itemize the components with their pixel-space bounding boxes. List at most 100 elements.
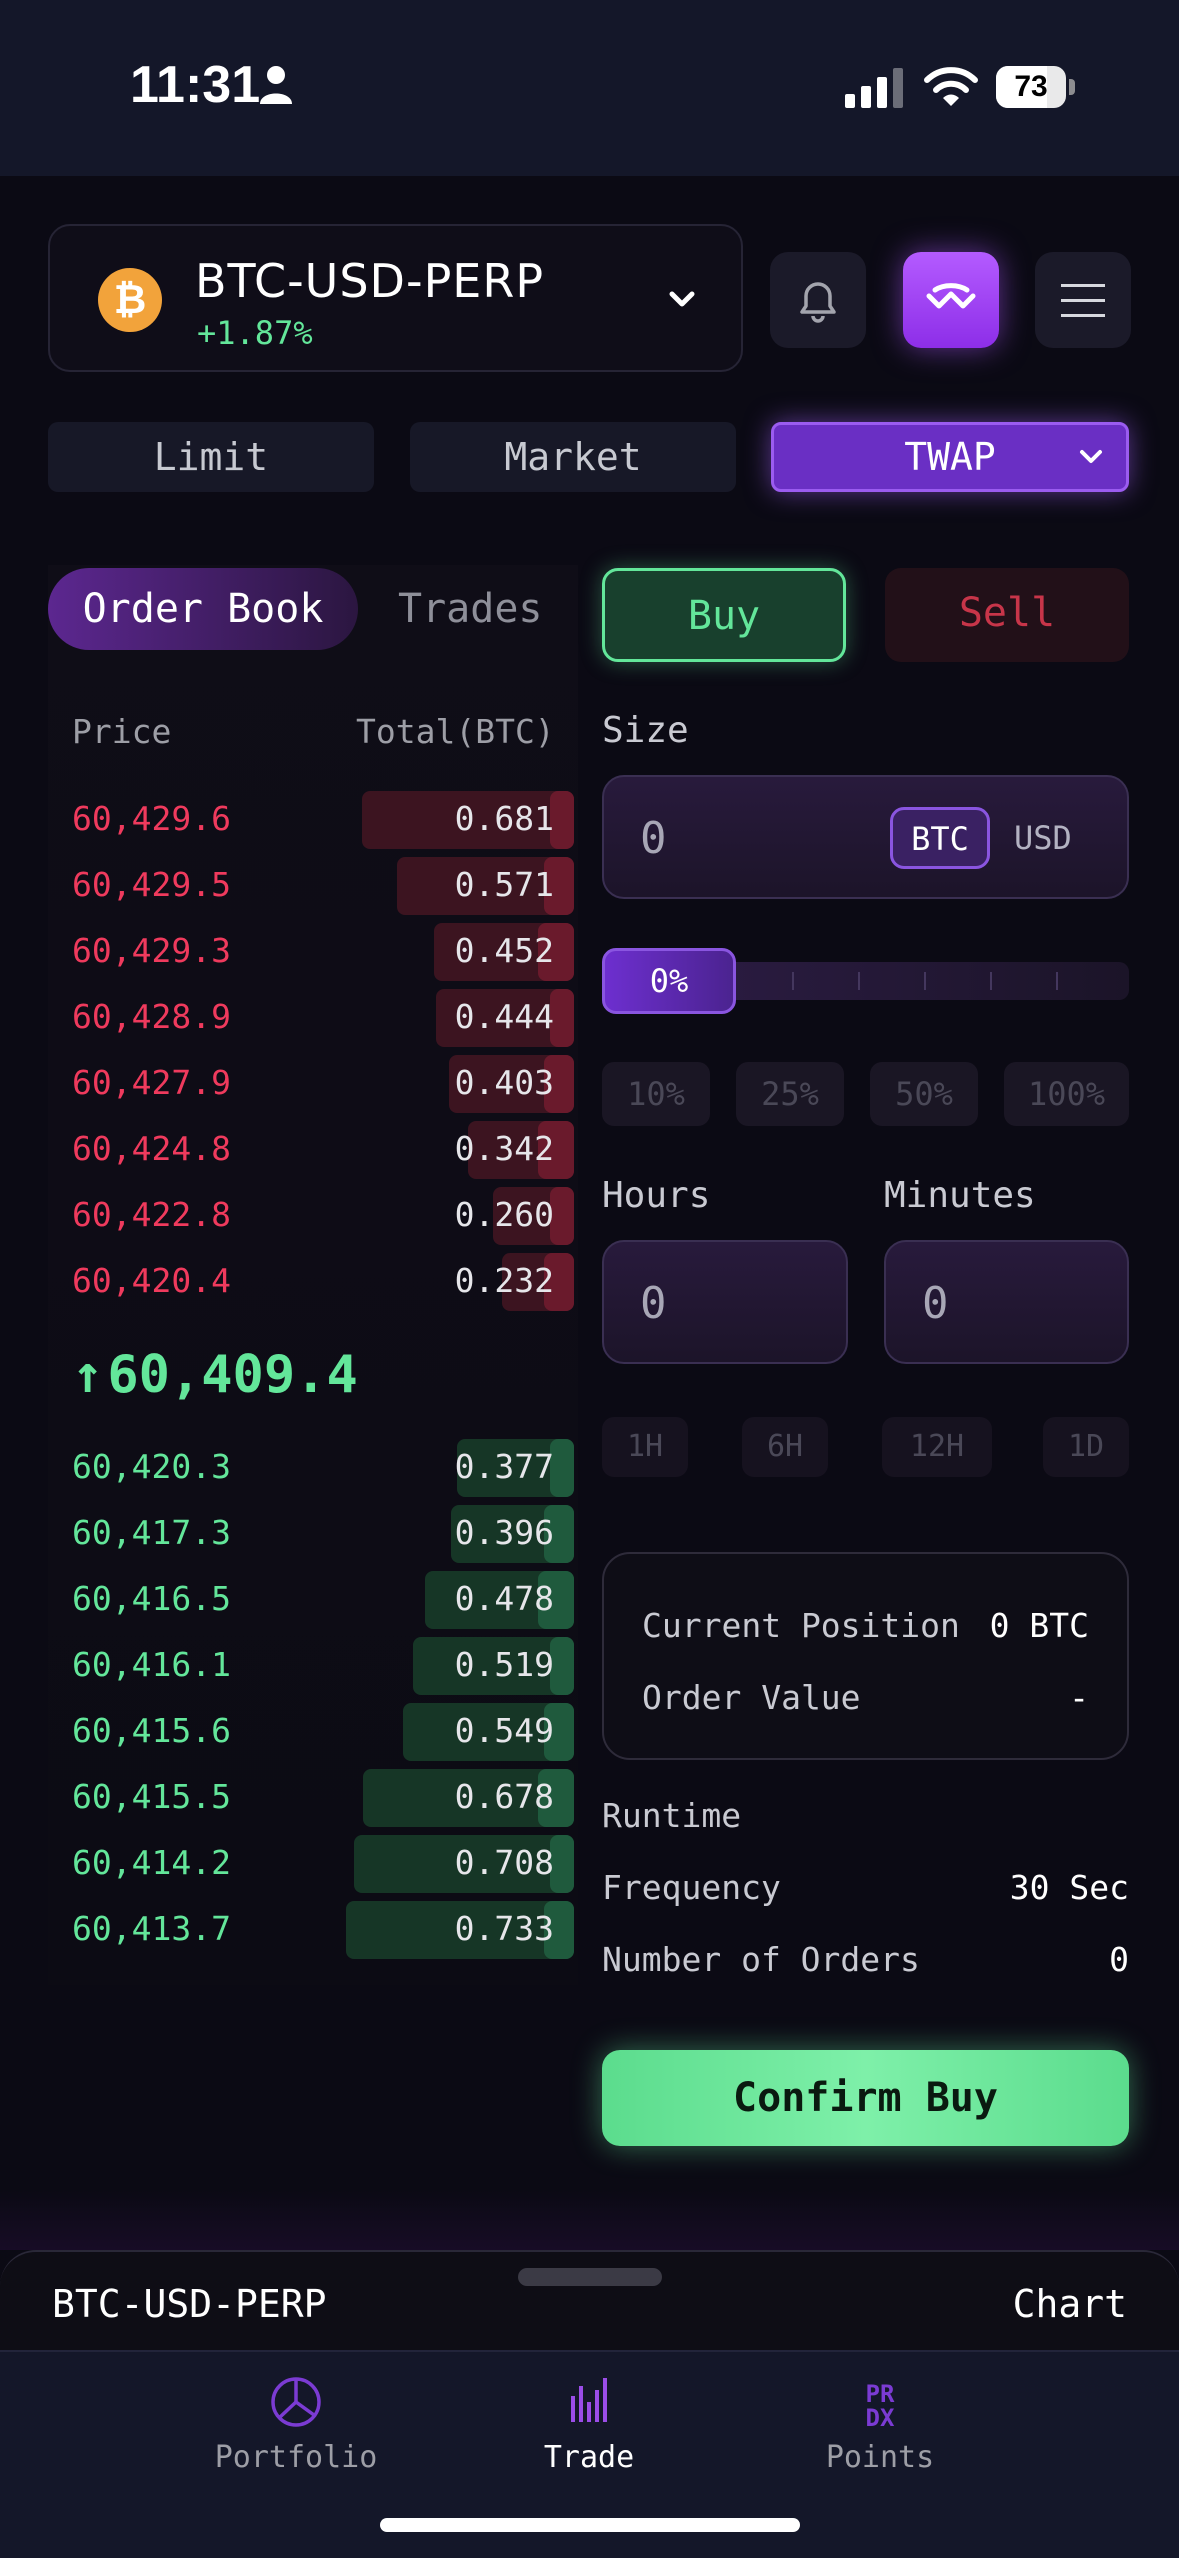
orders-count-label: Number of Orders [602, 1940, 920, 1979]
row-total: 0.519 [454, 1645, 554, 1684]
quick-12h-button[interactable]: 12H [882, 1417, 992, 1477]
minutes-input[interactable]: 0 [884, 1240, 1129, 1364]
row-price: 60,417.3 [72, 1513, 231, 1552]
bid-row[interactable]: 60,413.7 0.733 [48, 1897, 578, 1963]
bell-icon [800, 282, 836, 323]
ask-row[interactable]: 60,428.9 0.444 [48, 985, 578, 1051]
ask-row[interactable]: 60,429.6 0.681 [48, 787, 578, 853]
sheet-drag-handle[interactable] [518, 2268, 662, 2286]
unit-btc-toggle[interactable]: BTC [890, 807, 990, 869]
bid-row[interactable]: 60,416.5 0.478 [48, 1567, 578, 1633]
price-column-header: Price [72, 712, 172, 751]
chart-toggle[interactable]: Chart [1013, 2282, 1127, 2326]
row-price: 60,424.8 [72, 1129, 231, 1168]
preset-50-button[interactable]: 50% [870, 1062, 978, 1126]
bid-row[interactable]: 60,415.5 0.678 [48, 1765, 578, 1831]
unit-usd-toggle[interactable]: USD [1014, 819, 1072, 857]
nav-portfolio[interactable]: Portfolio [196, 2372, 396, 2492]
order-type-twap-label: TWAP [904, 435, 996, 479]
order-type-limit[interactable]: Limit [48, 422, 374, 492]
quick-6h-button[interactable]: 6H [742, 1417, 828, 1477]
quick-1d-button[interactable]: 1D [1043, 1417, 1129, 1477]
row-total: 0.681 [454, 799, 554, 838]
position-summary-card: Current Position 0 BTC Order Value - [602, 1552, 1129, 1760]
quick-1h-button[interactable]: 1H [602, 1417, 688, 1477]
size-slider-handle[interactable]: 0% [602, 948, 736, 1014]
minutes-label: Minutes [884, 1175, 1036, 1216]
bid-row[interactable]: 60,415.6 0.549 [48, 1699, 578, 1765]
market-symbol: BTC-USD-PERP [195, 254, 545, 308]
nav-trade[interactable]: Trade [489, 2372, 689, 2492]
row-price: 60,416.1 [72, 1645, 231, 1684]
confirm-buy-button[interactable]: Confirm Buy [602, 2050, 1129, 2146]
ask-row[interactable]: 60,429.3 0.452 [48, 919, 578, 985]
preset-100-button[interactable]: 100% [1004, 1062, 1129, 1126]
size-label: Size [602, 710, 689, 751]
order-value-label: Order Value [642, 1678, 861, 1717]
tab-order-book[interactable]: Order Book [48, 568, 358, 650]
ask-row[interactable]: 60,427.9 0.403 [48, 1051, 578, 1117]
svg-text:DX: DX [866, 2404, 895, 2432]
market-change: +1.87% [197, 314, 313, 352]
menu-button[interactable] [1035, 252, 1131, 348]
runtime-label: Runtime [602, 1796, 742, 1835]
bid-row[interactable]: 60,417.3 0.396 [48, 1501, 578, 1567]
points-logo-icon: PRDX [866, 2380, 895, 2432]
row-total: 0.708 [454, 1843, 554, 1882]
hours-input[interactable]: 0 [602, 1240, 848, 1364]
size-input[interactable]: 0 BTC USD [602, 775, 1129, 899]
wifi-icon [924, 67, 978, 106]
hours-label: Hours [602, 1175, 711, 1216]
market-selector[interactable]: ₿ BTC-USD-PERP +1.87% [48, 224, 743, 372]
cellular-signal-icon [845, 68, 903, 108]
arrow-up-icon: ↑ [72, 1345, 104, 1405]
pie-chart-icon [271, 2377, 321, 2427]
hours-value: 0 [640, 1278, 667, 1329]
ask-row[interactable]: 60,429.5 0.571 [48, 853, 578, 919]
order-type-market[interactable]: Market [410, 422, 736, 492]
row-total: 0.444 [454, 997, 554, 1036]
row-price: 60,414.2 [72, 1843, 231, 1882]
battery-indicator: 73 [996, 66, 1076, 108]
sheet-market-symbol: BTC-USD-PERP [52, 2282, 327, 2326]
buy-button[interactable]: Buy [602, 568, 846, 662]
notifications-button[interactable] [770, 252, 866, 348]
nav-portfolio-label: Portfolio [214, 2440, 378, 2475]
row-price: 60,413.7 [72, 1909, 231, 1948]
size-value: 0 [640, 813, 667, 864]
bid-row[interactable]: 60,416.1 0.519 [48, 1633, 578, 1699]
nav-points[interactable]: PR DX Points [780, 2372, 980, 2492]
ask-row[interactable]: 60,424.8 0.342 [48, 1117, 578, 1183]
total-column-header: Total(BTC) [356, 712, 555, 751]
wallet-connect-button[interactable] [903, 252, 999, 348]
row-price: 60,416.5 [72, 1579, 231, 1618]
row-total: 0.260 [454, 1195, 554, 1234]
chevron-down-icon [669, 291, 695, 307]
bitcoin-icon: ₿ [98, 268, 162, 332]
row-price: 60,420.3 [72, 1447, 231, 1486]
person-icon [260, 66, 292, 104]
frequency-value: 30 Sec [1009, 1868, 1129, 1907]
status-time: 11:31 [130, 56, 261, 114]
bid-row[interactable]: 60,420.3 0.377 [48, 1435, 578, 1501]
chevron-down-icon [1080, 450, 1102, 463]
row-price: 60,429.3 [72, 931, 231, 970]
row-total: 0.396 [454, 1513, 554, 1552]
tab-trades[interactable]: Trades [398, 568, 543, 650]
hamburger-menu-icon [1061, 284, 1105, 317]
sheet-glow [0, 2190, 1179, 2250]
row-price: 60,429.6 [72, 799, 231, 838]
preset-25-button[interactable]: 25% [736, 1062, 844, 1126]
preset-10-button[interactable]: 10% [602, 1062, 710, 1126]
walletconnect-icon [926, 283, 976, 309]
sell-button[interactable]: Sell [885, 568, 1129, 662]
order-type-twap[interactable]: TWAP [771, 422, 1129, 492]
orders-count-value: 0 [1109, 1940, 1129, 1979]
current-position-label: Current Position [642, 1606, 960, 1645]
home-indicator [380, 2518, 800, 2532]
ask-row[interactable]: 60,420.4 0.232 [48, 1249, 578, 1315]
bid-row[interactable]: 60,414.2 0.708 [48, 1831, 578, 1897]
row-price: 60,415.5 [72, 1777, 231, 1816]
bars-icon [571, 2378, 607, 2422]
ask-row[interactable]: 60,422.8 0.260 [48, 1183, 578, 1249]
